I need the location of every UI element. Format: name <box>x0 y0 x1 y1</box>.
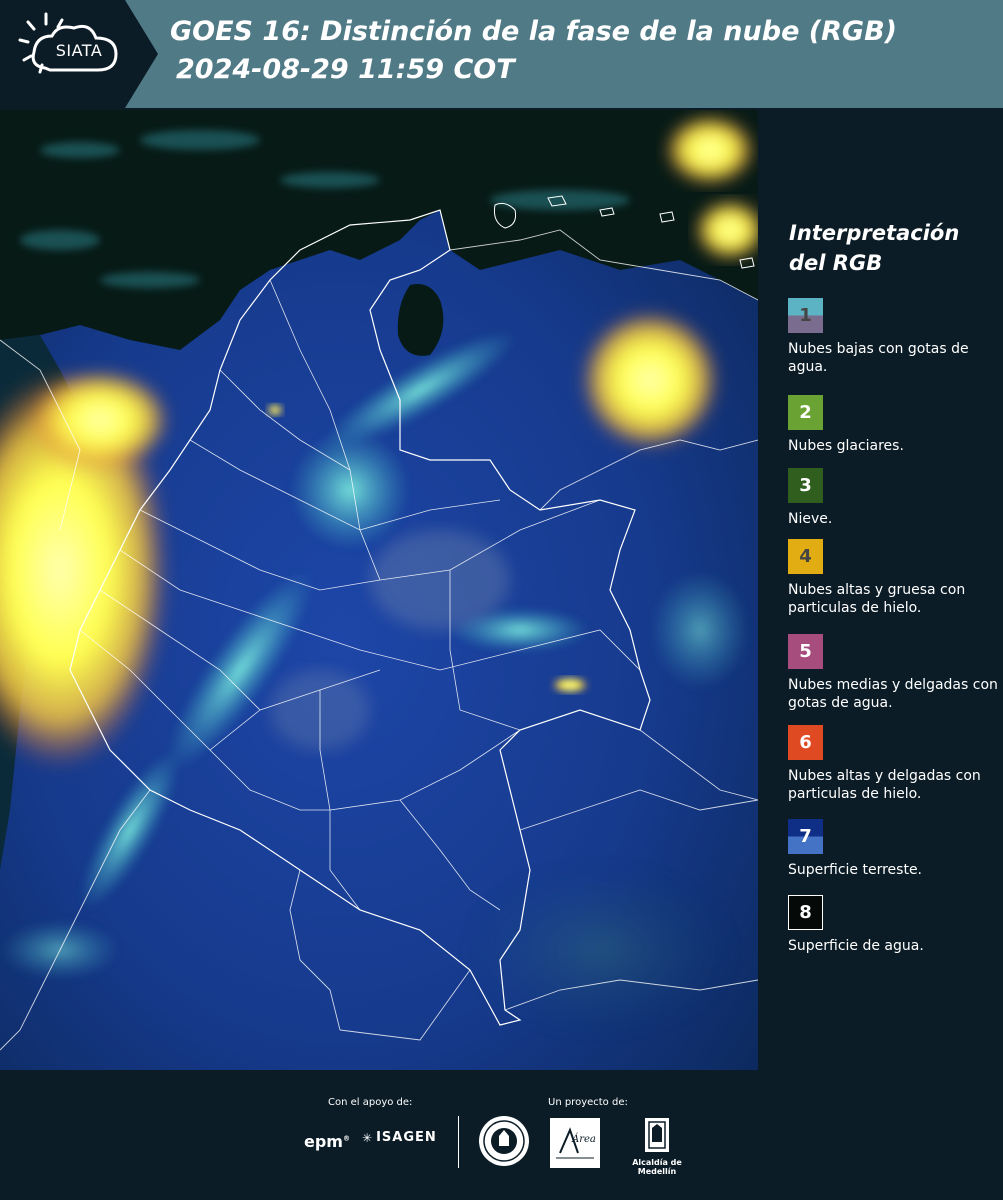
legend-number-5: 5 <box>799 641 812 662</box>
legend-title-line1: Interpretación <box>789 221 960 245</box>
support-label: Con el apoyo de: <box>328 1097 413 1108</box>
legend-swatch-1: 1 <box>788 298 823 333</box>
legend-item-5: 5 Nubes medias y delgadas con gotas de a… <box>788 634 998 712</box>
legend-item-8: 8 Superficie de agua. <box>788 895 998 955</box>
footer: Con el apoyo de: Un proyecto de: epm® ✳ … <box>0 1070 1003 1200</box>
area-logo-text: Área <box>572 1134 596 1145</box>
legend-swatch-4: 4 <box>788 539 823 574</box>
legend-swatch-5: 5 <box>788 634 823 669</box>
header: SIATA GOES 16: Distinción de la fase de … <box>0 0 1003 108</box>
legend-number-2: 2 <box>799 402 812 423</box>
legend-swatch-7: 7 <box>788 819 823 854</box>
legend-panel: Interpretación del RGB 1 Nubes bajas con… <box>762 110 1003 1070</box>
legend-label-2: Nubes glaciares. <box>788 438 904 454</box>
satellite-map <box>0 110 758 1070</box>
legend-item-3: 3 Nieve. <box>788 468 998 528</box>
legend-item-1: 1 Nubes bajas con gotas de agua. <box>788 298 998 376</box>
legend-number-8: 8 <box>799 902 812 923</box>
legend-swatch-8: 8 <box>788 895 823 930</box>
isagen-icon: ✳ <box>362 1130 374 1145</box>
logo-text: SIATA <box>55 41 103 60</box>
legend-swatch-6: 6 <box>788 725 823 760</box>
legend-number-1: 1 <box>799 305 812 326</box>
epm-logo: epm® <box>304 1132 350 1151</box>
legend-label-1: Nubes bajas con gotas de agua. <box>788 341 969 375</box>
project-label: Un proyecto de: <box>548 1097 628 1108</box>
legend-label-4: Nubes altas y gruesa con particulas de h… <box>788 582 966 616</box>
legend-number-3: 3 <box>799 475 812 496</box>
page-title: GOES 16: Distinción de la fase de la nub… <box>170 16 897 47</box>
legend-label-5: Nubes medias y delgadas con gotas de agu… <box>788 677 998 711</box>
legend-item-7: 7 Superficie terreste. <box>788 819 998 879</box>
footer-divider <box>458 1116 459 1168</box>
legend-number-4: 4 <box>799 546 812 567</box>
area-metropolitana-logo: Área <box>550 1118 600 1168</box>
isagen-logo-text: ISAGEN <box>376 1130 437 1145</box>
legend-swatch-2: 2 <box>788 395 823 430</box>
legend-label-8: Superficie de agua. <box>788 938 924 954</box>
legend-item-6: 6 Nubes altas y delgadas con particulas … <box>788 725 998 803</box>
legend-label-7: Superficie terreste. <box>788 862 923 878</box>
legend-swatch-3: 3 <box>788 468 823 503</box>
legend-title-line2: del RGB <box>789 251 883 275</box>
isagen-logo: ✳ ISAGEN <box>362 1130 437 1145</box>
antioquia-seal-icon <box>477 1114 531 1172</box>
siata-logo: SIATA <box>0 0 158 108</box>
legend-label-3: Nieve. <box>788 511 833 527</box>
legend-label-6: Nubes altas y delgadas con particulas de… <box>788 768 981 802</box>
legend-title: Interpretación del RGB <box>789 218 959 278</box>
timestamp: 2024-08-29 11:59 COT <box>176 54 515 85</box>
legend-number-7: 7 <box>799 826 812 847</box>
legend-number-6: 6 <box>799 732 812 753</box>
alcaldia-label: Alcaldía de Medellín <box>632 1158 682 1176</box>
alcaldia-logo: Alcaldía de Medellín <box>612 1114 702 1176</box>
legend-item-2: 2 Nubes glaciares. <box>788 395 998 455</box>
legend-item-4: 4 Nubes altas y gruesa con particulas de… <box>788 539 998 617</box>
epm-logo-text: epm <box>304 1132 343 1151</box>
